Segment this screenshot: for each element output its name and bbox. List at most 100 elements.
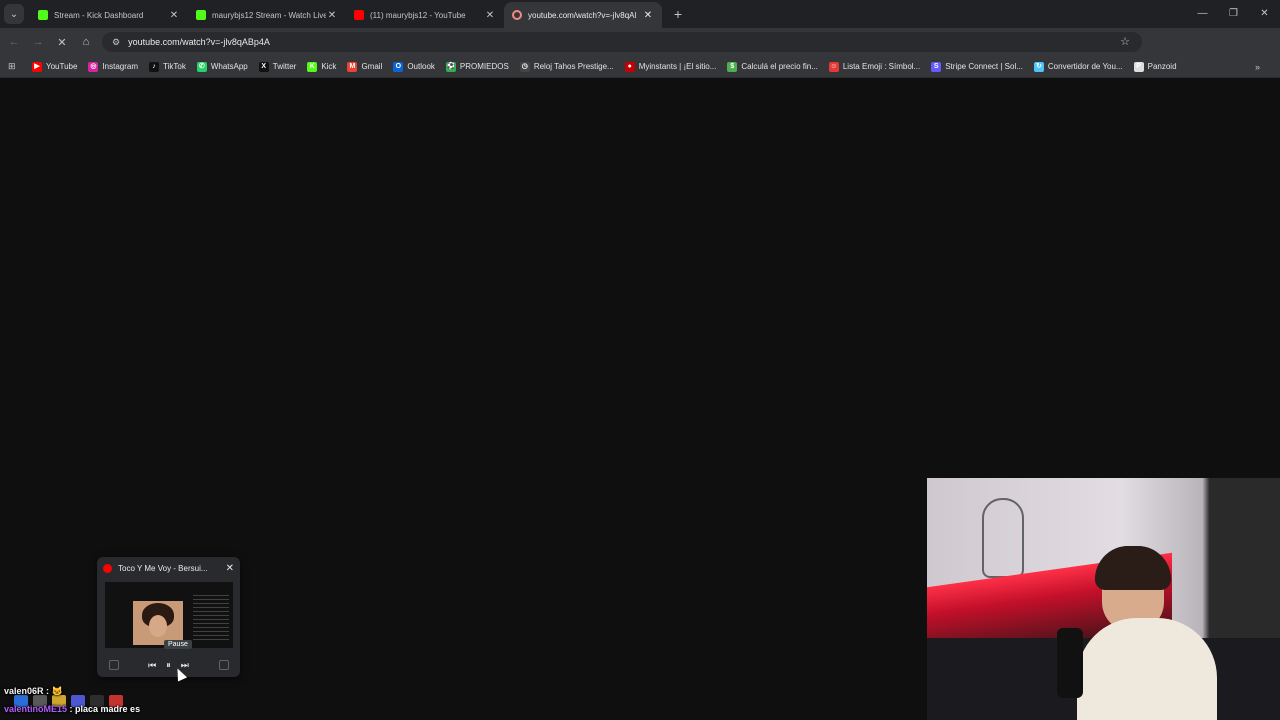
bookmark-favicon-icon: ♪ [149, 61, 160, 72]
bookmark-label: YouTube [46, 62, 78, 71]
browser-tab[interactable]: Stream - Kick Dashboard ✕ [30, 2, 188, 28]
bookmark-item[interactable]: P Panzoid [1133, 61, 1177, 72]
bookmark-favicon-icon: ▶ [32, 61, 42, 72]
stream-chat-overlay: valen06R : 🐱 valentinoME15 : placa madre… [0, 683, 280, 720]
bookmark-label: Instagram [102, 62, 139, 71]
kick-icon [38, 10, 48, 20]
bookmark-favicon-icon: ✆ [196, 61, 207, 72]
loading-icon [512, 10, 522, 20]
bookmark-item[interactable]: ▶ YouTube [32, 61, 78, 72]
chat-message: valentinoME15 : placa madre es [4, 704, 140, 714]
close-tab-icon[interactable]: ✕ [326, 10, 338, 21]
bookmark-item[interactable]: X Twitter [258, 61, 297, 72]
bookmark-favicon-icon: ◷ [519, 61, 530, 72]
address-bar-url: youtube.com/watch?v=-jlv8qABp4A [128, 37, 270, 47]
bookmark-item[interactable]: S Stripe Connect | Sol... [931, 61, 1023, 72]
forward-button[interactable]: → [26, 36, 50, 48]
webcam-overlay [927, 478, 1280, 720]
pause-tooltip: Pause [164, 640, 192, 649]
bookmark-item[interactable]: M Gmail [347, 61, 383, 72]
bookmark-favicon-icon: M [347, 61, 358, 72]
bookmark-favicon-icon: K [307, 61, 318, 72]
tab-title: (11) maurybjs12 - YouTube [370, 10, 466, 20]
chat-separator: : [43, 686, 52, 696]
chat-username: valentinoME15 [4, 704, 68, 714]
bookmark-label: Outlook [407, 62, 435, 71]
bookmark-label: PROMIEDOS [459, 62, 509, 71]
bookmark-label: Calculá el precio fin... [741, 62, 818, 71]
minimize-icon[interactable]: — [1187, 0, 1218, 28]
bookmark-favicon-icon: X [258, 61, 269, 72]
bookmark-item[interactable]: ⚽ PROMIEDOS [445, 61, 509, 72]
pause-button[interactable]: ⏸ [166, 660, 171, 671]
bookmark-label: Convertidor de You... [1047, 62, 1123, 71]
bookmark-item[interactable]: ◷ Reloj Tahos Prestige... [519, 61, 614, 72]
restore-icon[interactable]: ❐ [1218, 0, 1249, 28]
bookmark-item[interactable]: ✆ WhatsApp [196, 61, 248, 72]
bookmark-favicon-icon: $ [727, 61, 738, 72]
tab-list: Stream - Kick Dashboard ✕ maurybjs12 Strea… [30, 0, 662, 28]
browser-tab[interactable]: (11) maurybjs12 - YouTube ✕ [346, 2, 504, 28]
home-button[interactable]: ⌂ [74, 36, 98, 48]
bookmark-favicon-icon: O [393, 61, 404, 72]
bookmark-favicon-icon: P [1133, 61, 1144, 72]
bookmark-list: ▶ YouTube ◎ Instagram ♪ TikTok ✆ WhatsApp X Twitt… [32, 61, 1188, 72]
tab-search-button[interactable]: ⌄ [4, 4, 24, 24]
tab-strip: ⌄ Stream - Kick Dashboard ✕ maurybjs12 Str… [0, 0, 1280, 28]
back-button[interactable]: ← [2, 36, 26, 48]
bookmark-item[interactable]: ☺ Lista Emoji : Símbol... [828, 61, 921, 72]
close-icon[interactable]: ✕ [226, 563, 234, 574]
bookmark-item[interactable]: K Kick [307, 61, 337, 72]
browser-toolbar: ← → ✕ ⌂ ⚙ youtube.com/watch?v=-jlv8qABp4… [0, 28, 1280, 74]
streamer-shirt [1077, 618, 1217, 720]
microphone [1057, 628, 1083, 698]
chat-separator: : [67, 704, 76, 714]
bookmark-item[interactable]: ↻ Convertidor de You... [1033, 61, 1123, 72]
bookmark-item[interactable]: O Outlook [393, 61, 435, 72]
wall-drawing [982, 498, 1024, 578]
cast-icon[interactable] [109, 660, 119, 670]
browser-tab[interactable]: youtube.com/watch?v=-jlv8qAl ✕ [504, 2, 662, 28]
bookmark-label: Stripe Connect | Sol... [945, 62, 1023, 71]
bookmark-favicon-icon: ● [624, 61, 635, 72]
new-tab-button[interactable]: + [668, 6, 688, 22]
media-thumbnail [105, 582, 233, 648]
tab-title: youtube.com/watch?v=-jlv8qAl [528, 10, 637, 20]
site-info-icon[interactable]: ⚙ [112, 37, 120, 48]
bookmark-label: Gmail [361, 62, 383, 71]
media-controls: ⏮ ⏸ ⏭ [97, 657, 240, 673]
chat-text: 🐱 [51, 686, 63, 696]
window-controls: — ❐ ✕ [1187, 0, 1280, 28]
close-tab-icon[interactable]: ✕ [168, 10, 180, 21]
bookmark-label: Lista Emoji : Símbol... [842, 62, 921, 71]
chat-message: valen06R : 🐱 [4, 686, 63, 697]
chat-username: valen06R [4, 686, 44, 696]
bookmark-label: Panzoid [1147, 62, 1177, 71]
bookmark-favicon-icon: ☺ [828, 61, 839, 72]
bookmark-item[interactable]: ◎ Instagram [88, 61, 139, 72]
close-tab-icon[interactable]: ✕ [484, 10, 496, 21]
close-window-icon[interactable]: ✕ [1249, 0, 1280, 28]
bookmark-item[interactable]: $ Calculá el precio fin... [727, 61, 818, 72]
browser-tab[interactable]: maurybjs12 Stream - Watch Live ✕ [188, 2, 346, 28]
tab-title: Stream - Kick Dashboard [54, 10, 144, 20]
bookmark-favicon-icon: S [931, 61, 942, 72]
bookmark-star-icon[interactable]: ☆ [1120, 35, 1130, 48]
tab-title: maurybjs12 Stream - Watch Live [212, 10, 326, 20]
address-bar[interactable]: ⚙ youtube.com/watch?v=-jlv8qABp4A ☆ [102, 32, 1142, 52]
bookmark-label: TikTok [163, 62, 186, 71]
bookmark-label: Kick [321, 62, 337, 71]
apps-grid-icon[interactable]: ⊞ [8, 61, 20, 72]
youtube-icon [354, 10, 364, 20]
bookmark-item[interactable]: ● Myinstants | ¡El sitio... [624, 61, 716, 72]
bookmark-favicon-icon: ◎ [88, 61, 99, 72]
bookmarks-overflow-icon[interactable]: » [1255, 62, 1260, 72]
close-tab-icon[interactable]: ✕ [642, 10, 654, 21]
bookmark-favicon-icon: ↻ [1033, 61, 1044, 72]
previous-track-icon[interactable]: ⏮ [148, 660, 156, 671]
stop-loading-button[interactable]: ✕ [50, 36, 74, 49]
kick-icon [196, 10, 206, 20]
bookmark-label: Twitter [272, 62, 297, 71]
bookmark-item[interactable]: ♪ TikTok [149, 61, 186, 72]
picture-in-picture-icon[interactable] [219, 660, 229, 670]
